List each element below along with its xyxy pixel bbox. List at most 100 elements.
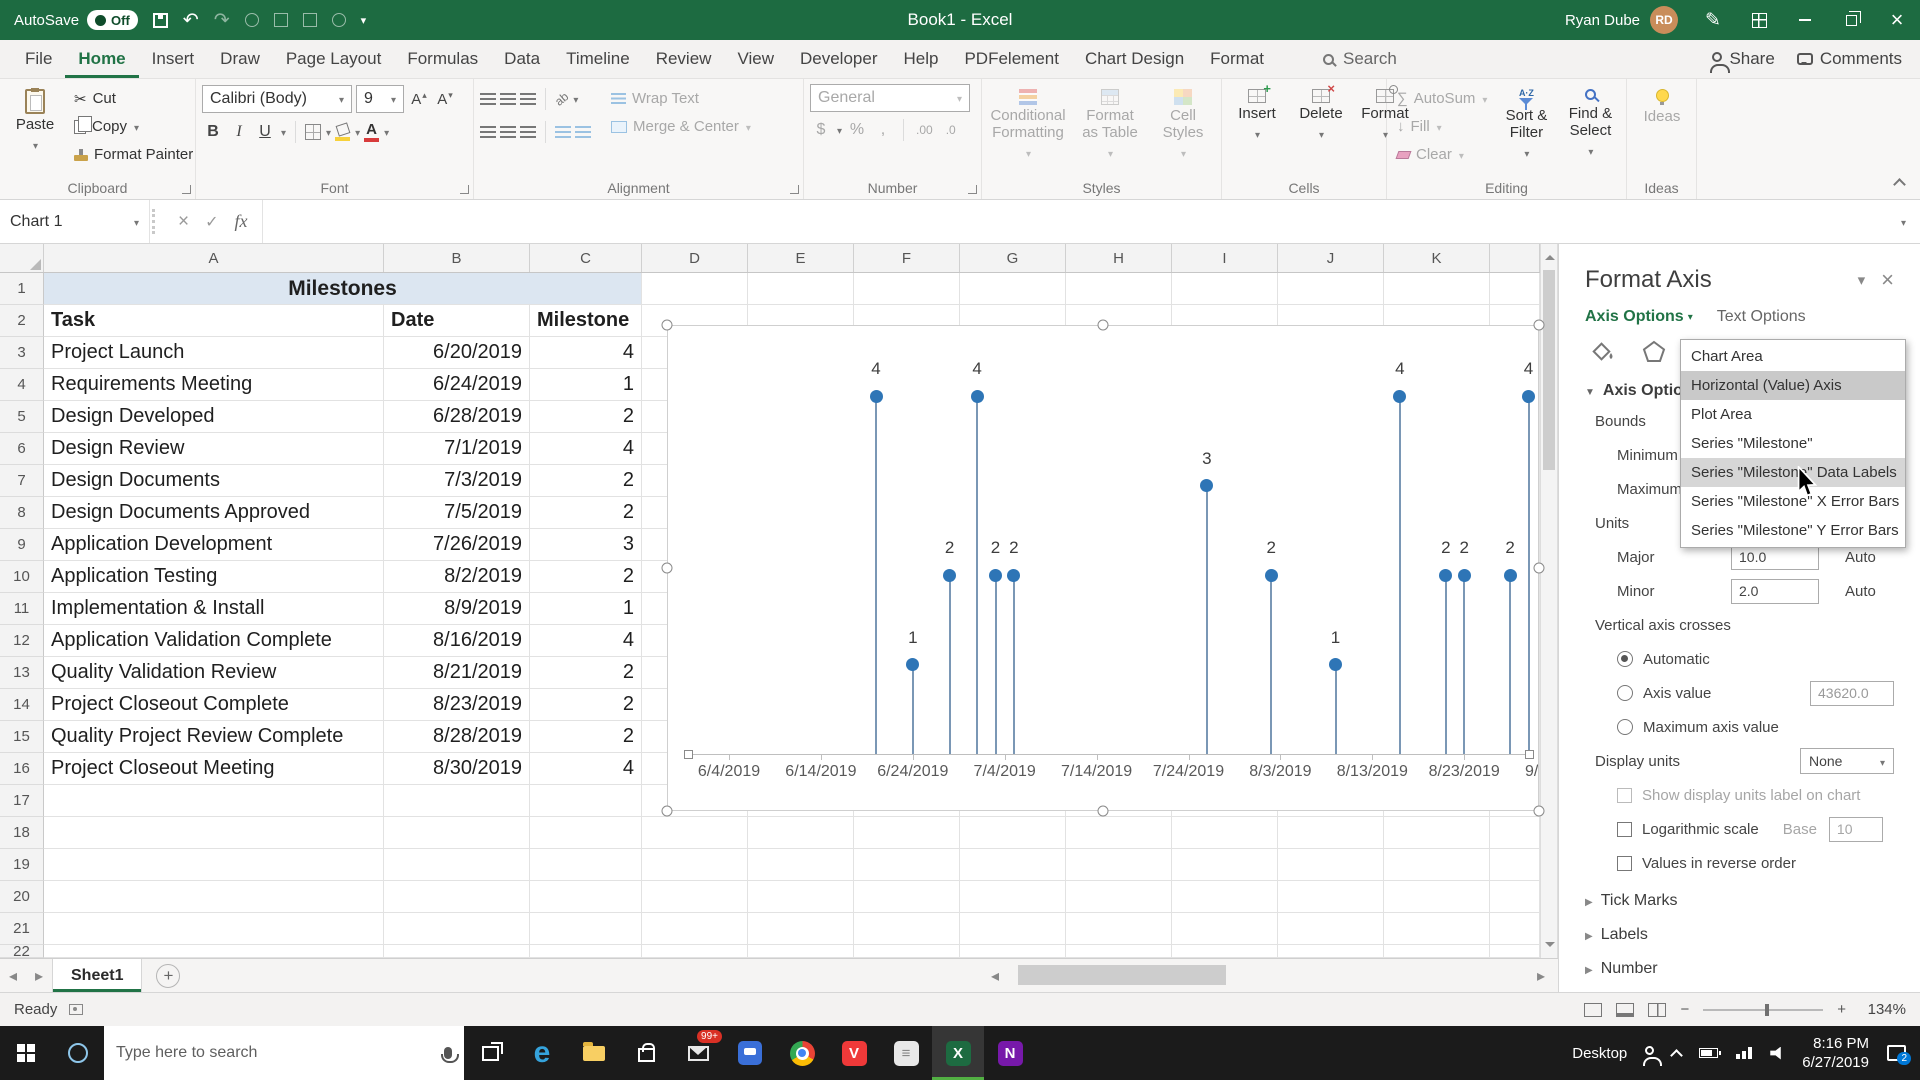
cell[interactable] <box>854 945 960 958</box>
cell[interactable]: 8/23/2019 <box>384 689 530 721</box>
onenote-icon[interactable]: N <box>984 1026 1036 1080</box>
row-header-10[interactable]: 10 <box>0 561 44 593</box>
cell[interactable] <box>1384 881 1490 913</box>
task-view-icon[interactable] <box>464 1026 516 1080</box>
cell[interactable]: 6/24/2019 <box>384 369 530 401</box>
excel-taskbar-icon[interactable]: X <box>932 1026 984 1080</box>
row-header-11[interactable]: 11 <box>0 593 44 625</box>
collapsed-section-icon[interactable] <box>1585 960 1593 978</box>
axis-label[interactable]: 7/4/2019 <box>974 763 1036 781</box>
axis-label[interactable]: 8/3/2019 <box>1249 763 1311 781</box>
chart-data-label[interactable]: 4 <box>858 359 894 379</box>
cell[interactable]: 7/1/2019 <box>384 433 530 465</box>
row-header-4[interactable]: 4 <box>0 369 44 401</box>
cell[interactable] <box>1278 817 1384 849</box>
cell[interactable]: 8/2/2019 <box>384 561 530 593</box>
column-header-partial[interactable] <box>1490 244 1540 272</box>
find-select-button[interactable]: Find & Select <box>1561 84 1619 164</box>
formula-input[interactable] <box>263 200 1886 243</box>
chart-data-label[interactable]: 1 <box>895 628 931 648</box>
scroll-down-icon[interactable] <box>1545 942 1555 952</box>
cell[interactable] <box>1278 273 1384 305</box>
cell[interactable] <box>1066 945 1172 958</box>
cut-button[interactable]: ✂ Cut <box>70 86 197 111</box>
cell[interactable] <box>1066 913 1172 945</box>
row-header-6[interactable]: 6 <box>0 433 44 465</box>
axis-value-label[interactable]: Axis value <box>1643 685 1711 702</box>
clipboard-dialog-launcher[interactable] <box>182 185 191 194</box>
ribbon-tab-timeline[interactable]: Timeline <box>553 40 643 78</box>
axis-label[interactable]: 7/24/2019 <box>1153 763 1224 781</box>
tab-axis-options[interactable]: Axis Options <box>1585 308 1693 326</box>
expanded-section-icon[interactable] <box>1585 382 1595 400</box>
row-header-7[interactable]: 7 <box>0 465 44 497</box>
cell[interactable]: Quality Project Review Complete <box>44 721 384 753</box>
save-icon[interactable] <box>152 12 168 28</box>
cell[interactable]: Design Developed <box>44 401 384 433</box>
collapsed-section-icon[interactable] <box>1585 892 1593 910</box>
qat-table-icon[interactable] <box>273 13 288 27</box>
fill-color-icon[interactable] <box>335 124 350 141</box>
row-header-20[interactable]: 20 <box>0 881 44 913</box>
axis-label[interactable]: 6/24/2019 <box>877 763 948 781</box>
align-center-icon[interactable] <box>500 126 516 138</box>
dropdown-item-1[interactable]: Horizontal (Value) Axis <box>1681 371 1905 400</box>
ribbon-tab-help[interactable]: Help <box>891 40 952 78</box>
cell[interactable]: Milestone <box>530 305 642 337</box>
conditional-formatting-button[interactable]: Conditional Formatting <box>988 84 1068 166</box>
cell[interactable]: 8/21/2019 <box>384 657 530 689</box>
axis-label[interactable]: 7/14/2019 <box>1061 763 1132 781</box>
column-header-g[interactable]: G <box>960 244 1066 272</box>
chart-marker[interactable] <box>1522 389 1536 403</box>
cell[interactable]: 4 <box>530 625 642 657</box>
cell[interactable] <box>960 849 1066 881</box>
cell[interactable] <box>960 913 1066 945</box>
horizontal-scroll-thumb[interactable] <box>1018 965 1226 985</box>
base-input[interactable]: 10 <box>1828 816 1883 842</box>
desktop-toolbar[interactable]: Desktop <box>1572 1045 1627 1062</box>
page-break-view-icon[interactable] <box>1648 1002 1667 1017</box>
cell[interactable] <box>748 817 854 849</box>
expand-formula-bar-icon[interactable] <box>1886 213 1920 231</box>
grow-font-button[interactable]: A ▴ <box>408 87 430 111</box>
ribbon-tab-format[interactable]: Format <box>1197 40 1277 78</box>
cell[interactable]: 2 <box>530 465 642 497</box>
edge-icon[interactable]: e <box>516 1026 568 1080</box>
column-header-d[interactable]: D <box>642 244 748 272</box>
ideas-button[interactable]: Ideas <box>1633 84 1691 131</box>
chart-marker[interactable] <box>1007 568 1021 582</box>
row-header-8[interactable]: 8 <box>0 497 44 529</box>
cell[interactable]: 8/9/2019 <box>384 593 530 625</box>
column-header-f[interactable]: F <box>854 244 960 272</box>
orientation-icon[interactable]: ab <box>552 89 571 108</box>
row-header-21[interactable]: 21 <box>0 913 44 945</box>
chart-marker[interactable] <box>1200 479 1214 492</box>
chart-marker[interactable] <box>869 389 883 403</box>
fill-button[interactable]: ↓ Fill <box>1393 114 1491 139</box>
align-middle-icon[interactable] <box>500 93 516 105</box>
ribbon-tab-page-layout[interactable]: Page Layout <box>273 40 394 78</box>
cell[interactable]: Project Closeout Meeting <box>44 753 384 785</box>
row-header-14[interactable]: 14 <box>0 689 44 721</box>
minimize-button[interactable] <box>1782 0 1828 40</box>
maximum-axis-value-radio[interactable] <box>1617 719 1633 735</box>
autosave-state-pill[interactable]: Off <box>87 10 138 30</box>
chart-marker[interactable] <box>989 568 1002 582</box>
maximum-axis-value-label[interactable]: Maximum axis value <box>1643 719 1779 736</box>
axis-label[interactable]: 6/4/2019 <box>698 763 760 781</box>
display-units-select[interactable]: None <box>1800 748 1894 774</box>
cell[interactable] <box>642 817 748 849</box>
cell[interactable] <box>530 913 642 945</box>
column-header-b[interactable]: B <box>384 244 530 272</box>
axis-value-input[interactable]: 43620.0 <box>1810 680 1894 706</box>
ribbon-tab-pdfelement[interactable]: PDFelement <box>951 40 1071 78</box>
cell[interactable] <box>1066 273 1172 305</box>
font-name-combo[interactable]: Calibri (Body) <box>202 85 352 113</box>
chart-marker[interactable] <box>1457 568 1471 582</box>
cell[interactable] <box>530 849 642 881</box>
collapse-ribbon-icon[interactable] <box>1893 178 1906 191</box>
action-center-icon[interactable]: 2 <box>1887 1045 1911 1065</box>
cell[interactable]: 7/3/2019 <box>384 465 530 497</box>
cell[interactable] <box>1384 913 1490 945</box>
cell[interactable] <box>44 849 384 881</box>
